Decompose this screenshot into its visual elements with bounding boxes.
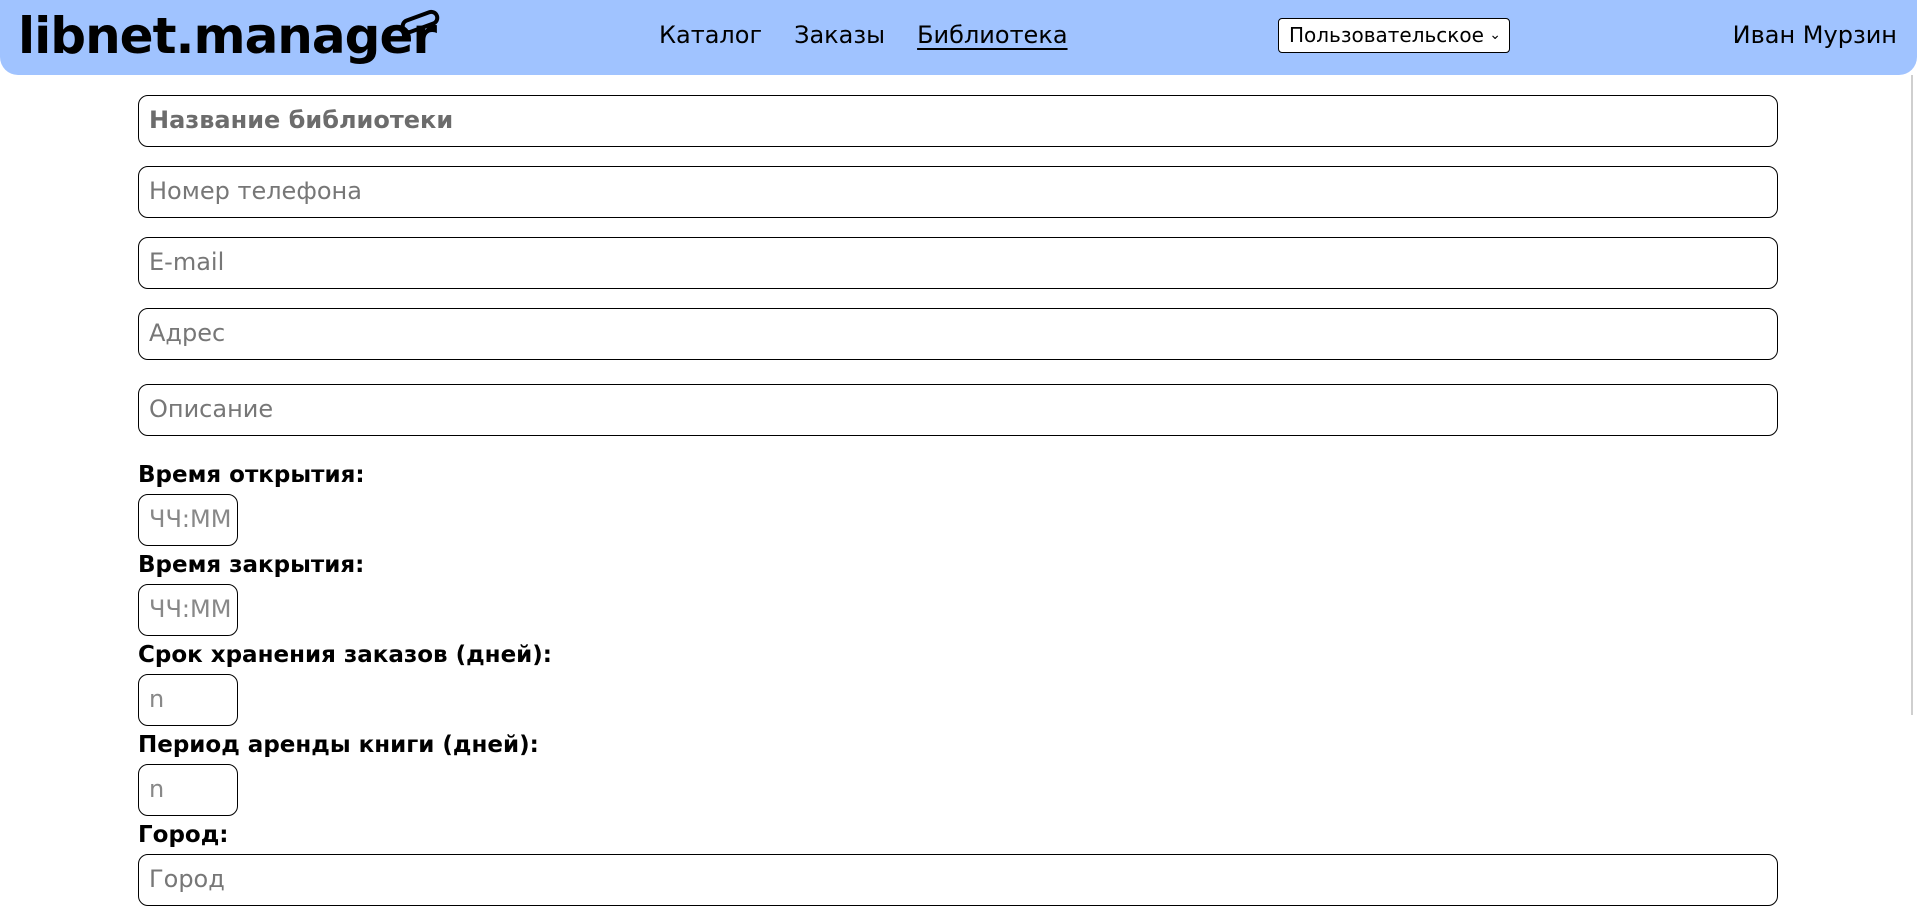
library-name-input[interactable]: Название библиотеки [138, 95, 1778, 147]
rental-period-input[interactable]: n [138, 764, 238, 816]
opening-time-label: Время открытия: [138, 462, 365, 488]
order-storage-input[interactable]: n [138, 674, 238, 726]
closing-time-label: Время закрытия: [138, 552, 365, 578]
rental-period-label: Период аренды книги (дней): [138, 732, 539, 758]
page-scrollbar[interactable] [1907, 75, 1917, 891]
email-input[interactable]: E-mail [138, 237, 1778, 289]
logo-pencil-icon [400, 9, 440, 35]
user-name[interactable]: Иван Мурзин [1733, 20, 1897, 50]
address-input[interactable]: Адрес [138, 308, 1778, 360]
chevron-down-icon: ⌄ [1489, 27, 1501, 43]
top-header: libnet.manager Каталог Заказы Библиотека… [0, 0, 1917, 75]
scrollbar-thumb[interactable] [1911, 75, 1913, 715]
nav-orders[interactable]: Заказы [794, 20, 885, 50]
main-nav: Каталог Заказы Библиотека [659, 20, 1068, 50]
mode-select-value: Пользовательское [1289, 23, 1484, 47]
closing-time-input[interactable]: ЧЧ:ММ [138, 584, 238, 636]
mode-select[interactable]: Пользовательское ⌄ [1278, 18, 1510, 53]
nav-catalog[interactable]: Каталог [659, 20, 762, 50]
logo[interactable]: libnet.manager [18, 6, 437, 66]
city-label: Город: [138, 822, 229, 848]
city-input[interactable]: Город [138, 854, 1778, 906]
phone-input[interactable]: Номер телефона [138, 166, 1778, 218]
order-storage-label: Срок хранения заказов (дней): [138, 642, 552, 668]
description-input[interactable]: Описание [138, 384, 1778, 436]
nav-library[interactable]: Библиотека [917, 20, 1067, 50]
opening-time-input[interactable]: ЧЧ:ММ [138, 494, 238, 546]
